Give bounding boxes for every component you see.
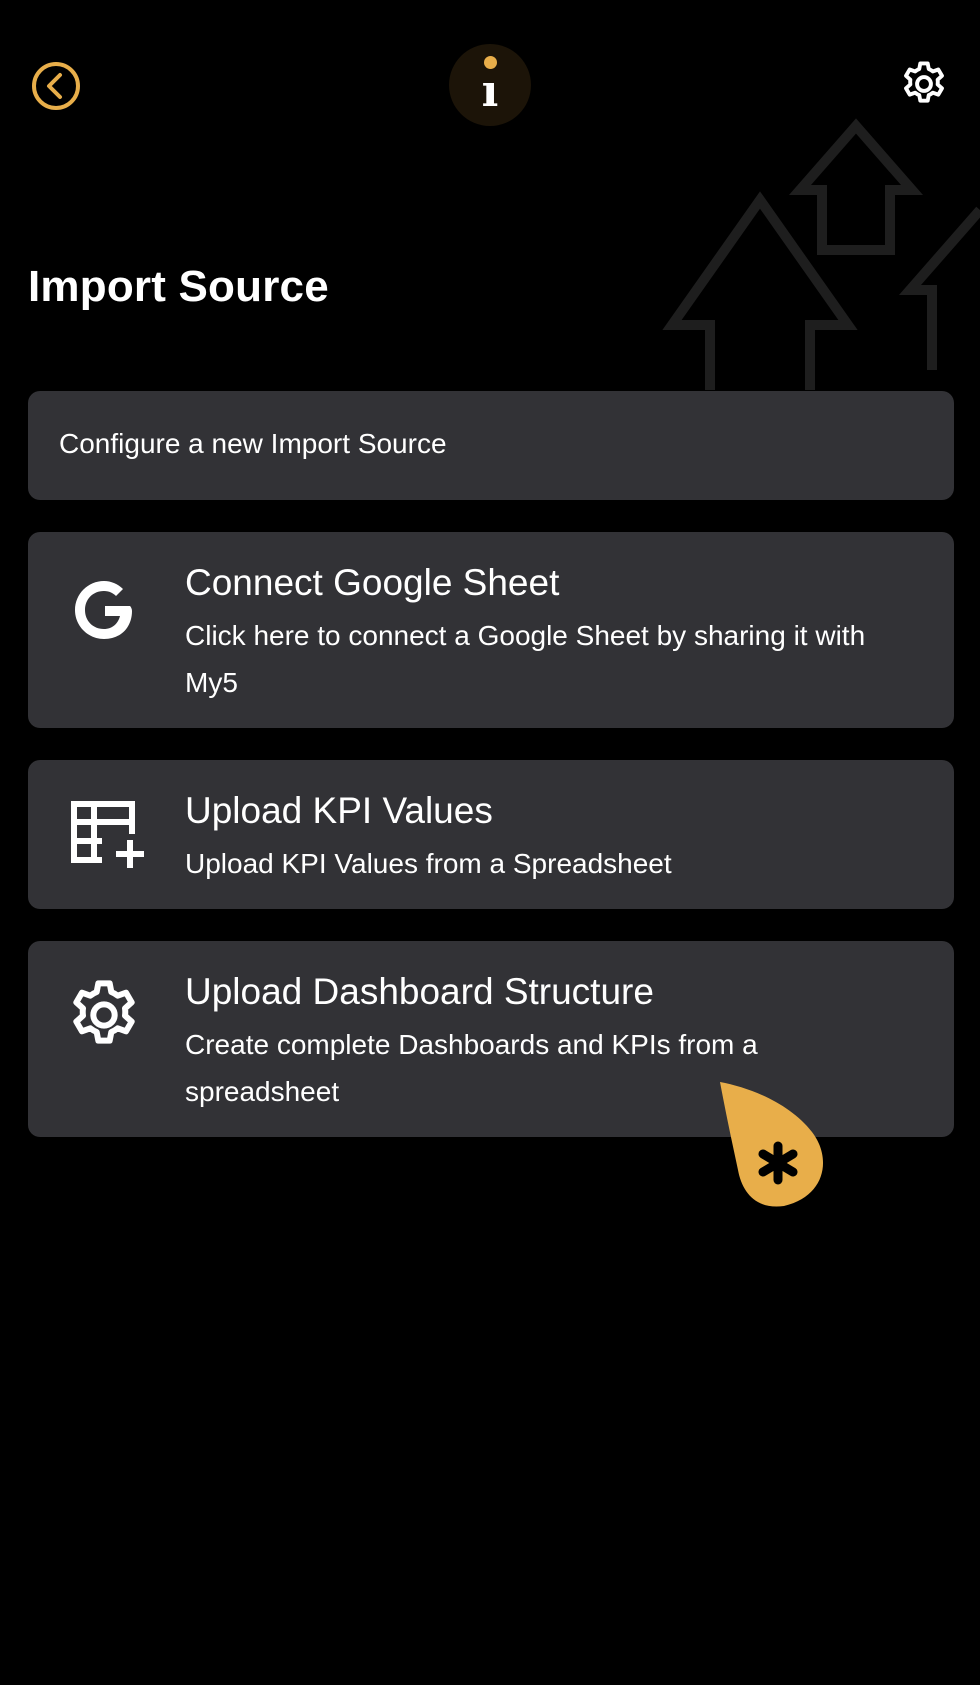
upload-kpi-values-option[interactable]: Upload KPI Values Upload KPI Values from… <box>28 760 954 909</box>
page-title: Import Source <box>28 262 329 311</box>
settings-button[interactable] <box>898 58 950 110</box>
option-description: Click here to connect a Google Sheet by … <box>185 620 866 698</box>
intro-card: Configure a new Import Source <box>28 391 954 500</box>
import-source-screen: ı Import Source Configure a new Import S… <box>0 0 980 1685</box>
option-title: Upload Dashboard Structure <box>185 971 654 1012</box>
option-title: Connect Google Sheet <box>185 562 560 603</box>
connect-google-sheet-option[interactable]: Connect Google Sheet Click here to conne… <box>28 532 954 728</box>
option-description: Upload KPI Values from a Spreadsheet <box>185 848 672 879</box>
table-add-icon <box>71 801 144 868</box>
background-arrows-icon <box>662 118 980 390</box>
gear-icon <box>904 61 944 103</box>
intro-text: Configure a new Import Source <box>59 428 447 459</box>
help-button[interactable] <box>718 1080 834 1208</box>
gear-icon <box>73 980 135 1044</box>
back-button[interactable] <box>30 60 82 112</box>
info-button[interactable]: ı <box>449 44 531 126</box>
google-icon <box>75 581 132 639</box>
option-title: Upload KPI Values <box>185 790 493 831</box>
chevron-left-circle-icon <box>32 62 80 110</box>
